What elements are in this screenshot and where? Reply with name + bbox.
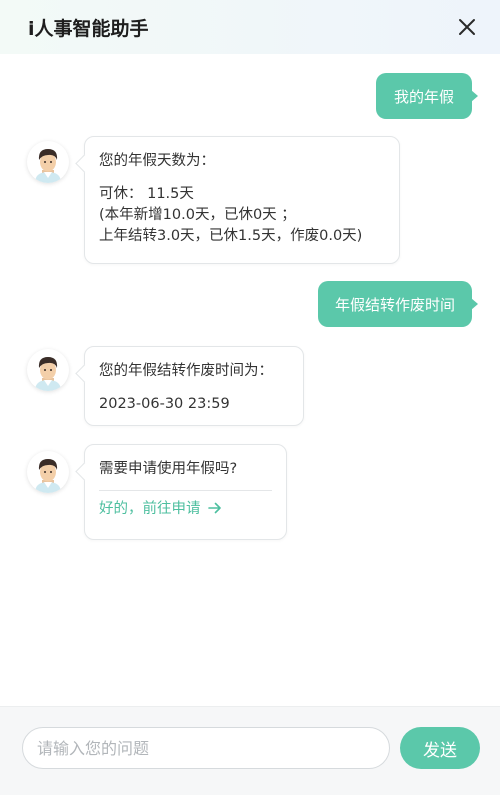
avatar-icon <box>35 459 61 493</box>
message-line: 您的年假结转作废时间为： <box>99 363 273 379</box>
message-line: 需要申请使用年假吗? <box>99 461 238 477</box>
assistant-message: 您的年假天数为： 可休： 11.5天 (本年新增10.0天，已休0天 ； 上年结… <box>84 136 400 264</box>
assistant-message: 需要申请使用年假吗? 好的，前往申请 <box>84 444 287 540</box>
assistant-avatar <box>27 349 69 391</box>
user-message-text: 我的年假 <box>393 87 454 106</box>
message-line: 您的年假天数为： <box>99 153 215 169</box>
apply-leave-link-label: 好的，前往申请 <box>99 501 201 517</box>
user-message: 我的年假 <box>376 73 478 119</box>
avatar-icon <box>35 149 61 183</box>
message-line: 可休： 11.5天 <box>99 186 194 202</box>
close-icon <box>459 19 475 35</box>
divider <box>99 490 272 491</box>
message-line: (本年新增10.0天，已休0天 ； <box>99 207 296 223</box>
chat-area[interactable]: 我的年假 您的年假天数为： 可休： 11.5天 (本年新增10.0天，已休0天 … <box>0 54 500 706</box>
assistant-avatar <box>27 451 69 493</box>
close-button[interactable] <box>454 14 480 40</box>
user-message-text: 年假结转作废时间 <box>334 295 455 314</box>
assistant-avatar <box>27 141 69 183</box>
header: i人事智能助手 <box>0 0 500 54</box>
avatar-icon <box>35 357 61 391</box>
message-line: 上年结转3.0天，已休1.5天，作废0.0天) <box>99 228 363 244</box>
arrow-right-icon <box>208 502 221 514</box>
question-input[interactable] <box>22 727 390 769</box>
assistant-message: 您的年假结转作废时间为： 2023-06-30 23:59 <box>84 346 304 426</box>
page-title: i人事智能助手 <box>28 18 149 40</box>
send-button[interactable]: 发送 <box>400 727 480 769</box>
input-bar: 发送 <box>0 706 500 795</box>
message-line: 2023-06-30 23:59 <box>99 396 230 412</box>
user-message: 年假结转作废时间 <box>318 281 478 327</box>
apply-leave-link[interactable]: 好的，前往申请 <box>99 499 272 520</box>
